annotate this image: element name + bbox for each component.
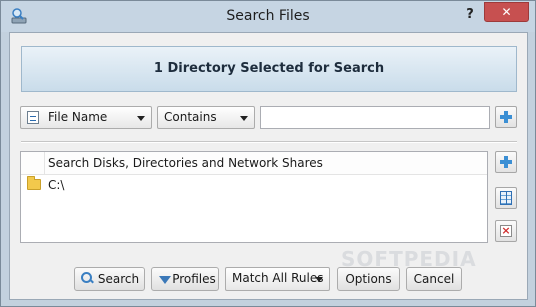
close-button[interactable]: ✕: [484, 2, 529, 22]
profiles-button[interactable]: Profiles: [151, 267, 219, 291]
directory-list[interactable]: Search Disks, Directories and Network Sh…: [20, 151, 488, 243]
options-button[interactable]: Options: [337, 267, 400, 291]
search-text-input[interactable]: [260, 106, 490, 129]
operator-select[interactable]: Contains: [157, 106, 255, 129]
divider: [21, 141, 517, 143]
directory-path: C:\: [48, 178, 65, 192]
delete-icon: ×: [500, 224, 512, 237]
chevron-down-icon: [240, 116, 248, 121]
search-button[interactable]: Search: [74, 267, 145, 291]
list-item[interactable]: C:\: [21, 176, 487, 194]
selection-banner: 1 Directory Selected for Search: [21, 46, 517, 92]
add-directory-button[interactable]: [495, 151, 517, 173]
list-details-icon: [500, 191, 512, 205]
search-button-label: Search: [97, 272, 140, 286]
dialog-body: 1 Directory Selected for Search File Nam…: [9, 32, 528, 300]
list-header: Search Disks, Directories and Network Sh…: [21, 152, 487, 175]
title-bar[interactable]: Search Files ? ✕: [1, 1, 535, 32]
chevron-down-icon: [315, 277, 323, 282]
filter-icon: [159, 276, 171, 284]
match-rules-value: Match All Rules: [232, 271, 324, 285]
match-rules-select[interactable]: Match All Rules: [225, 267, 330, 291]
window-title: Search Files: [226, 8, 310, 24]
plus-icon: [500, 156, 512, 168]
profiles-button-label: Profiles: [172, 272, 216, 286]
folder-icon: [27, 176, 41, 190]
options-button-label: Options: [345, 272, 392, 286]
cancel-button[interactable]: Cancel: [406, 267, 462, 291]
file-name-icon: [27, 111, 39, 124]
field-select[interactable]: File Name: [20, 106, 152, 129]
help-button[interactable]: ?: [459, 5, 481, 25]
list-header-gutter: [21, 152, 45, 174]
add-rule-button[interactable]: [495, 106, 517, 128]
chevron-down-icon: [137, 116, 145, 121]
list-header-label: Search Disks, Directories and Network Sh…: [48, 156, 323, 170]
plus-icon: [500, 111, 512, 123]
search-files-window: Search Files ? ✕ 1 Directory Selected fo…: [0, 0, 536, 307]
search-icon: [81, 272, 95, 286]
field-select-value: File Name: [48, 110, 108, 124]
remove-directory-button[interactable]: ×: [495, 220, 517, 242]
button-bar: Search Profiles Match All Rules Options …: [10, 259, 527, 299]
cancel-button-label: Cancel: [413, 272, 455, 286]
operator-select-value: Contains: [164, 110, 217, 124]
edit-directory-button[interactable]: [495, 187, 517, 209]
